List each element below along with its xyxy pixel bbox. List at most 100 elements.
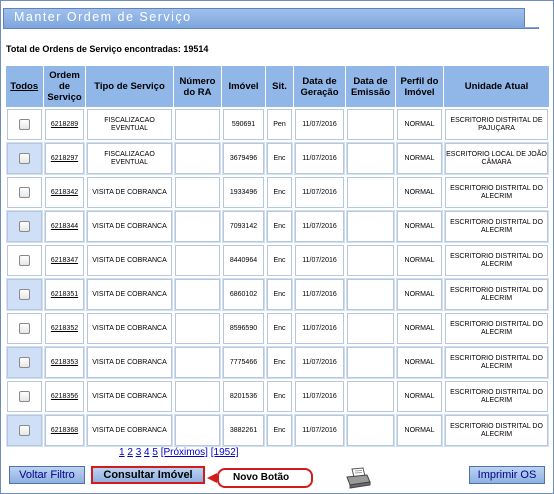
title-bar-cap	[524, 8, 539, 27]
page-link[interactable]: 4	[144, 447, 150, 458]
status: Enc	[273, 426, 286, 434]
col-imovel: Imóvel	[221, 66, 266, 108]
generation-date: 11/07/2016	[302, 188, 337, 196]
generation-date: 11/07/2016	[302, 392, 337, 400]
current-unit: ESCRITORIO DISTRITAL DO ALECRIM	[450, 422, 543, 438]
page-title: Manter Ordem de Serviço	[14, 10, 192, 24]
table-row: 6218353 VISITA DE COBRANCA 7775466 Enc 11/07…	[5, 345, 550, 380]
table-row: 6218368 VISITA DE COBRANCA 3882261 Enc 11/07…	[5, 413, 550, 448]
row-checkbox[interactable]	[19, 255, 30, 266]
new-button-callout: Novo Botão	[217, 468, 313, 488]
service-type: VISITA DE COBRANCA	[92, 426, 167, 434]
pagination: 1 2 3 4 5 [Próximos] [1952]	[119, 447, 239, 458]
consultar-imovel-button[interactable]: Consultar Imóvel	[91, 466, 205, 484]
os-number-link[interactable]: 6218289	[51, 121, 78, 129]
row-checkbox[interactable]	[19, 357, 30, 368]
last-page-link[interactable]: [1952]	[211, 447, 239, 458]
property-id: 7093142	[229, 222, 258, 230]
status: Enc	[273, 256, 286, 264]
table-row: 6218297 FISCALIZACAO EVENTUAL 3679496 Enc 11…	[5, 141, 550, 176]
table-row: 6218356 VISITA DE COBRANCA 8201536 Enc 11/07…	[5, 379, 550, 414]
service-type: VISITA DE COBRANCA	[92, 222, 167, 230]
property-id: 6860102	[229, 290, 258, 298]
os-number-link[interactable]: 6218353	[51, 359, 78, 367]
current-unit: ESCRITORIO DISTRITAL DO ALECRIM	[450, 388, 543, 404]
service-type: VISITA DE COBRANCA	[92, 324, 167, 332]
property-id: 8596590	[229, 324, 258, 332]
status: Pen	[273, 120, 286, 128]
service-type: VISITA DE COBRANCA	[92, 358, 167, 366]
status: Enc	[273, 392, 286, 400]
service-type: VISITA DE COBRANCA	[92, 290, 167, 298]
row-checkbox[interactable]	[19, 221, 30, 232]
voltar-filtro-button[interactable]: Voltar Filtro	[9, 466, 85, 484]
status: Enc	[273, 358, 286, 366]
select-all-link[interactable]: Todos	[5, 66, 44, 108]
current-unit: ESCRITORIO DISTRITAL DO ALECRIM	[450, 320, 543, 336]
current-unit: ESCRITORIO DISTRITAL DO ALECRIM	[450, 286, 543, 302]
os-number-link[interactable]: 6218347	[51, 257, 78, 265]
table-row: 6218352 VISITA DE COBRANCA 8596590 Enc 11/07…	[5, 311, 550, 346]
row-checkbox[interactable]	[19, 323, 30, 334]
service-orders-table: Todos Ordem de Serviço Tipo de Serviço N…	[5, 66, 550, 448]
property-profile: NORMAL	[404, 154, 435, 162]
generation-date: 11/07/2016	[302, 358, 337, 366]
col-unidade: Unidade Atual	[443, 66, 550, 108]
property-profile: NORMAL	[404, 256, 435, 264]
col-perfil: Perfil do Imóvel	[395, 66, 444, 108]
col-tipo: Tipo de Serviço	[85, 66, 174, 108]
generation-date: 11/07/2016	[302, 426, 337, 434]
row-checkbox[interactable]	[19, 119, 30, 130]
col-data-emissao: Data de Emissão	[345, 66, 396, 108]
row-checkbox[interactable]	[19, 391, 30, 402]
page-link[interactable]: 3	[136, 447, 142, 458]
table-row: 6218289 FISCALIZACAO EVENTUAL 590691 Pen 11/…	[5, 107, 550, 142]
current-unit: ESCRITORIO DISTRITAL DO ALECRIM	[450, 184, 543, 200]
os-number-link[interactable]: 6218352	[51, 325, 78, 333]
os-number-link[interactable]: 6218351	[51, 291, 78, 299]
os-number-link[interactable]: 6218297	[51, 155, 78, 163]
main-panel: Manter Ordem de Serviço Total de Ordens …	[0, 0, 554, 494]
row-checkbox[interactable]	[19, 289, 30, 300]
property-id: 8201536	[229, 392, 258, 400]
row-checkbox[interactable]	[19, 187, 30, 198]
page-link[interactable]: 1	[119, 447, 125, 458]
service-type: VISITA DE COBRANCA	[92, 188, 167, 196]
os-number-link[interactable]: 6218356	[51, 393, 78, 401]
page-link[interactable]: 2	[127, 447, 133, 458]
imprimir-os-button[interactable]: Imprimir OS	[469, 466, 545, 484]
generation-date: 11/07/2016	[302, 256, 337, 264]
current-unit: ESCRITORIO DISTRITAL DO ALECRIM	[450, 218, 543, 234]
row-checkbox[interactable]	[19, 153, 30, 164]
col-numero-ra: Número do RA	[173, 66, 222, 108]
property-id: 3679496	[229, 154, 258, 162]
generation-date: 11/07/2016	[302, 120, 337, 128]
row-checkbox[interactable]	[19, 425, 30, 436]
property-id: 8440964	[229, 256, 258, 264]
property-profile: NORMAL	[404, 392, 435, 400]
table-header: Todos Ordem de Serviço Tipo de Serviço N…	[5, 66, 550, 108]
service-type: FISCALIZACAO EVENTUAL	[104, 150, 155, 166]
page-link[interactable]: 5	[152, 447, 158, 458]
service-type: FISCALIZACAO EVENTUAL	[104, 116, 155, 132]
os-number-link[interactable]: 6218344	[51, 223, 78, 231]
property-id: 590691	[231, 120, 256, 128]
total-count: Total de Ordens de Serviço encontradas: …	[6, 44, 209, 54]
property-profile: NORMAL	[404, 188, 435, 196]
printer-icon[interactable]	[345, 467, 371, 494]
status: Enc	[273, 188, 286, 196]
col-ordem: Ordem de Serviço	[43, 66, 86, 108]
next-pages-link[interactable]: [Próximos]	[161, 447, 208, 458]
property-id: 7775466	[229, 358, 258, 366]
property-profile: NORMAL	[404, 120, 435, 128]
status: Enc	[273, 154, 286, 162]
os-number-link[interactable]: 6218368	[51, 427, 78, 435]
current-unit: ESCRITORIO DISTRITAL DO ALECRIM	[450, 354, 543, 370]
property-profile: NORMAL	[404, 222, 435, 230]
service-type: VISITA DE COBRANCA	[92, 256, 167, 264]
current-unit: ESCRITORIO DISTRITAL DO ALECRIM	[450, 252, 543, 268]
os-number-link[interactable]: 6218342	[51, 189, 78, 197]
table-row: 6218344 VISITA DE COBRANCA 7093142 Enc 11/07…	[5, 209, 550, 244]
col-data-geracao: Data de Geração	[293, 66, 346, 108]
callout-arrow	[207, 473, 217, 483]
